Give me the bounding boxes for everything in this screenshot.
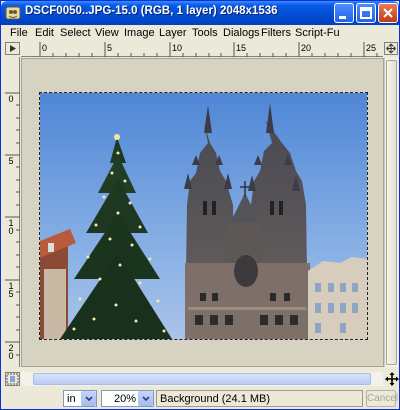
vertical-ruler[interactable]: 0 5 1 0 1 5 2 0 [5,57,20,367]
status-field: Background (24.1 MB) [156,390,363,407]
hruler-label-15: 15 [236,43,247,53]
quick-mask-toggle[interactable] [5,372,20,386]
horizontal-ruler-ticks [39,42,378,57]
menu-select[interactable]: Select [60,27,91,39]
menu-script-fu[interactable]: Script-Fu [295,27,340,39]
close-icon [383,8,393,18]
menu-layer[interactable]: Layer [159,27,187,39]
horizontal-scrollbar[interactable] [21,372,383,386]
hruler-label-0: 0 [42,43,48,53]
unit-select[interactable]: in [63,390,97,407]
menu-tools[interactable]: Tools [192,27,218,39]
minimize-button[interactable] [334,3,354,23]
minimize-icon [339,16,346,19]
maximize-icon [360,7,372,19]
menu-view[interactable]: View [95,27,119,39]
arrow-right-icon [10,45,16,52]
right-building [308,257,367,339]
cancel-button[interactable]: Cancel [366,390,398,407]
navigate-icon [386,43,396,54]
menu-edit[interactable]: Edit [35,27,54,39]
unit-dropdown-button[interactable] [81,391,96,406]
menu-image[interactable]: Image [124,27,155,39]
image-menu-button[interactable] [5,42,20,55]
photo [40,93,367,339]
vruler-label-0: 0 [8,94,14,104]
vruler-label-10: 1 0 [8,218,14,236]
zoom-value: 20% [114,393,137,405]
image-window: DSCF0050..JPG-15.0 (RGB, 1 layer) 2048x1… [0,0,400,410]
horizontal-ruler[interactable]: 0 5 10 15 20 25 [21,42,383,57]
gimp-icon[interactable] [5,5,21,21]
menu-dialogs[interactable]: Dialogs [223,27,260,39]
hruler-label-25: 25 [366,43,377,53]
image-canvas[interactable] [39,92,368,340]
vruler-label-20: 2 0 [8,343,14,361]
vertical-scroll-thumb[interactable] [386,60,397,365]
hruler-label-20: 20 [301,43,312,53]
zoom-dropdown-button[interactable] [138,391,153,406]
vruler-label-15: 1 5 [8,281,14,299]
layer-info: Background (24.1 MB) [160,393,271,405]
window-title: DSCF0050..JPG-15.0 (RGB, 1 layer) 2048x1… [25,5,278,17]
quick-mask-icon [6,373,19,385]
chevron-down-icon [142,396,150,402]
menu-bar: File Edit Select View Image Layer Tools … [1,25,399,41]
unit-value: in [67,393,76,405]
vruler-label-5: 5 [8,156,14,166]
status-bar: in 20% Background (24.1 MB) Cancel [1,388,399,409]
vertical-scrollbar[interactable] [384,58,398,367]
horizontal-scroll-thumb[interactable] [33,373,371,385]
hruler-label-10: 10 [172,43,183,53]
navigate-button[interactable] [384,42,398,55]
menu-file[interactable]: File [10,27,28,39]
menu-filters[interactable]: Filters [261,27,291,39]
chevron-down-icon [85,396,93,402]
close-button[interactable] [378,3,398,23]
move-icon[interactable] [385,372,399,386]
zoom-select[interactable]: 20% [101,390,154,407]
title-bar[interactable]: DSCF0050..JPG-15.0 (RGB, 1 layer) 2048x1… [1,1,399,25]
maximize-button[interactable] [356,3,376,23]
hruler-label-5: 5 [107,43,113,53]
